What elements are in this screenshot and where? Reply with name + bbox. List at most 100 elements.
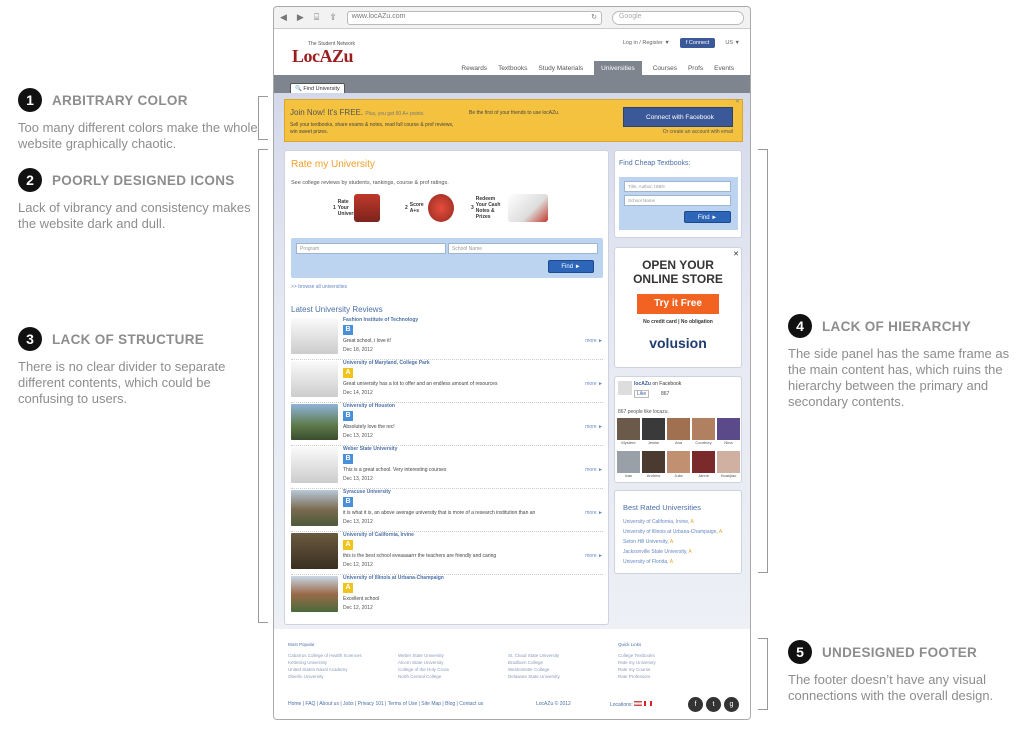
nav-rewards[interactable]: Rewards bbox=[461, 65, 487, 72]
review-university[interactable]: Syracuse University bbox=[343, 489, 391, 495]
footer-link[interactable]: Kettering University bbox=[288, 659, 362, 666]
facebook-connect-button[interactable]: f Connect bbox=[679, 38, 716, 48]
rate-subtitle: See college reviews by students, ranking… bbox=[291, 180, 449, 186]
prizes-icon bbox=[507, 194, 548, 222]
best-rated-item[interactable]: Seton Hill University, A bbox=[623, 539, 673, 545]
nav-textbooks[interactable]: Textbooks bbox=[498, 65, 527, 72]
more-link[interactable]: more ► bbox=[585, 381, 603, 387]
best-rated-item[interactable]: University of Florida, A bbox=[623, 559, 673, 565]
footer-nav-links[interactable]: Home | FAQ | About us | Jobs | Privacy 1… bbox=[288, 701, 483, 707]
ad-close-icon[interactable]: ✕ bbox=[733, 250, 739, 258]
ad-try-button[interactable]: Try it Free bbox=[637, 294, 719, 314]
review-university[interactable]: University of Maryland, College Park bbox=[343, 360, 430, 366]
flag-us-icon[interactable] bbox=[634, 701, 643, 706]
back-icon[interactable]: ◀ bbox=[280, 12, 287, 23]
rate-title: Rate my University bbox=[291, 159, 375, 170]
footer-link[interactable]: Delaware State University bbox=[508, 673, 560, 680]
review-comment: Absolutely love the rec! bbox=[343, 424, 395, 430]
like-count: 867 bbox=[661, 391, 670, 397]
quick-links-heading: Quick Links bbox=[618, 642, 642, 647]
footer-link[interactable]: Bradburn College bbox=[508, 659, 560, 666]
like-button[interactable]: Like bbox=[634, 390, 650, 398]
close-icon[interactable]: ✕ bbox=[735, 98, 740, 105]
footer-link[interactable]: Oberlin University bbox=[288, 673, 362, 680]
footer-link[interactable]: Rate my University bbox=[618, 659, 656, 666]
reload-icon[interactable]: ↻ bbox=[591, 13, 597, 21]
fan-avatar[interactable]: Ana bbox=[667, 418, 690, 449]
footer-link[interactable]: College of the Holy Cross bbox=[398, 666, 449, 673]
building-icon bbox=[353, 194, 380, 222]
fan-avatar[interactable]: Courtney bbox=[692, 418, 715, 449]
footer-link[interactable]: United States Naval Academy bbox=[288, 666, 362, 673]
login-link[interactable]: Log in / Register ▼ bbox=[623, 40, 670, 46]
site-logo[interactable]: LocAZu bbox=[292, 46, 354, 67]
more-link[interactable]: more ► bbox=[585, 467, 603, 473]
textbook-find-button[interactable]: Find ► bbox=[684, 211, 731, 223]
more-link[interactable]: more ► bbox=[585, 553, 603, 559]
school-input[interactable]: School Name bbox=[448, 243, 598, 254]
footer-link[interactable]: Rate my Course bbox=[618, 666, 656, 673]
footer-link[interactable]: Alcorn State University bbox=[398, 659, 449, 666]
more-link[interactable]: more ► bbox=[585, 338, 603, 344]
nav-courses[interactable]: Courses bbox=[653, 65, 677, 72]
search-field[interactable]: Google bbox=[612, 10, 744, 25]
share-icon[interactable]: ⇪ bbox=[329, 12, 337, 23]
fan-avatar[interactable]: Nina bbox=[717, 418, 740, 449]
annotation-desc: There is no clear divider to separate di… bbox=[18, 359, 226, 406]
university-icon bbox=[291, 318, 338, 354]
best-rated-item[interactable]: Jacksonville State University, A bbox=[623, 549, 692, 555]
facebook-icon[interactable]: f bbox=[688, 697, 703, 712]
footer-link[interactable]: Rate Professors bbox=[618, 673, 656, 680]
program-input[interactable]: Program bbox=[296, 243, 446, 254]
review-item: University of Houston B Absolutely love … bbox=[291, 403, 603, 446]
footer-link[interactable]: Westminster College bbox=[508, 666, 560, 673]
footer-link[interactable]: Cabarrus College of Health Sciences bbox=[288, 652, 362, 659]
google-plus-icon[interactable]: g bbox=[724, 697, 739, 712]
review-date: Dec 18, 2012 bbox=[343, 347, 373, 353]
twitter-icon[interactable]: t bbox=[706, 697, 721, 712]
best-rated-item[interactable]: University of California, Irvine, A bbox=[623, 519, 694, 525]
address-bar[interactable]: www.locAZu.com ↻ bbox=[346, 10, 602, 25]
create-account-link[interactable]: Or create an account with email bbox=[663, 129, 733, 135]
nav-profs[interactable]: Profs bbox=[688, 65, 703, 72]
textbook-school-input[interactable]: School Name bbox=[624, 195, 731, 206]
footer-link[interactable]: St. Cloud State University bbox=[508, 652, 560, 659]
find-button[interactable]: Find ► bbox=[548, 260, 594, 273]
fan-avatar[interactable]: Janne bbox=[692, 451, 715, 482]
fan-avatar[interactable]: Jenise bbox=[642, 418, 665, 449]
nav-universities[interactable]: Universities bbox=[594, 61, 642, 75]
textbook-query-input[interactable]: Title, Author, ISBN bbox=[624, 181, 731, 192]
footer-link[interactable]: College Textbooks bbox=[618, 652, 656, 659]
best-rated-item[interactable]: University of Illinois at Urbana-Champai… bbox=[623, 529, 722, 535]
footer-column: Most Popular Cabarrus College of Health … bbox=[288, 641, 362, 680]
footer-link[interactable]: North Central College bbox=[398, 673, 449, 680]
fan-faces: Mystere Jenise Ana Courtney Nina Ivan An… bbox=[617, 418, 741, 482]
footer-link[interactable]: Weber State University bbox=[398, 652, 449, 659]
fan-avatar[interactable]: Hoanjiao bbox=[717, 451, 740, 482]
advertisement[interactable]: ✕ OPEN YOUR ONLINE STORE Try it Free No c… bbox=[614, 247, 742, 368]
fan-avatar[interactable]: Ivan bbox=[617, 451, 640, 482]
browse-all-link[interactable]: >> browse all universities bbox=[291, 284, 347, 290]
review-university[interactable]: University of California, Irvine bbox=[343, 532, 414, 538]
nav-events[interactable]: Events bbox=[714, 65, 734, 72]
more-link[interactable]: more ► bbox=[585, 510, 603, 516]
fan-avatar[interactable]: Julia bbox=[667, 451, 690, 482]
bookmarks-icon[interactable]: ⌸ bbox=[314, 12, 319, 23]
nav-study-materials[interactable]: Study Materials bbox=[538, 65, 583, 72]
more-link[interactable]: more ► bbox=[585, 424, 603, 430]
annotation-undesigned-footer: 5 UNDESIGNED FOOTER The footer doesn’t ha… bbox=[788, 640, 1018, 704]
region-select[interactable]: US ▼ bbox=[725, 40, 740, 46]
bracket-right bbox=[758, 149, 768, 573]
review-university[interactable]: Weber State University bbox=[343, 446, 397, 452]
ad-subtext: No credit card | No obligation bbox=[643, 319, 713, 325]
connect-with-facebook-button[interactable]: Connect with Facebook bbox=[623, 107, 733, 127]
review-university[interactable]: University of Illinois at Urbana-Champai… bbox=[343, 575, 444, 581]
review-comment: it is what it is, an above average unive… bbox=[343, 510, 536, 516]
review-university[interactable]: University of Houston bbox=[343, 403, 395, 409]
fan-avatar[interactable]: Mystere bbox=[617, 418, 640, 449]
flag-ca-icon[interactable] bbox=[643, 701, 652, 706]
annotation-poor-icons: 2 POORLY DESIGNED ICONS Lack of vibrancy … bbox=[18, 168, 258, 232]
forward-icon[interactable]: ▶ bbox=[297, 12, 304, 23]
review-university[interactable]: Fashion Institute of Technology bbox=[343, 317, 418, 323]
fan-avatar[interactable]: Andrew bbox=[642, 451, 665, 482]
